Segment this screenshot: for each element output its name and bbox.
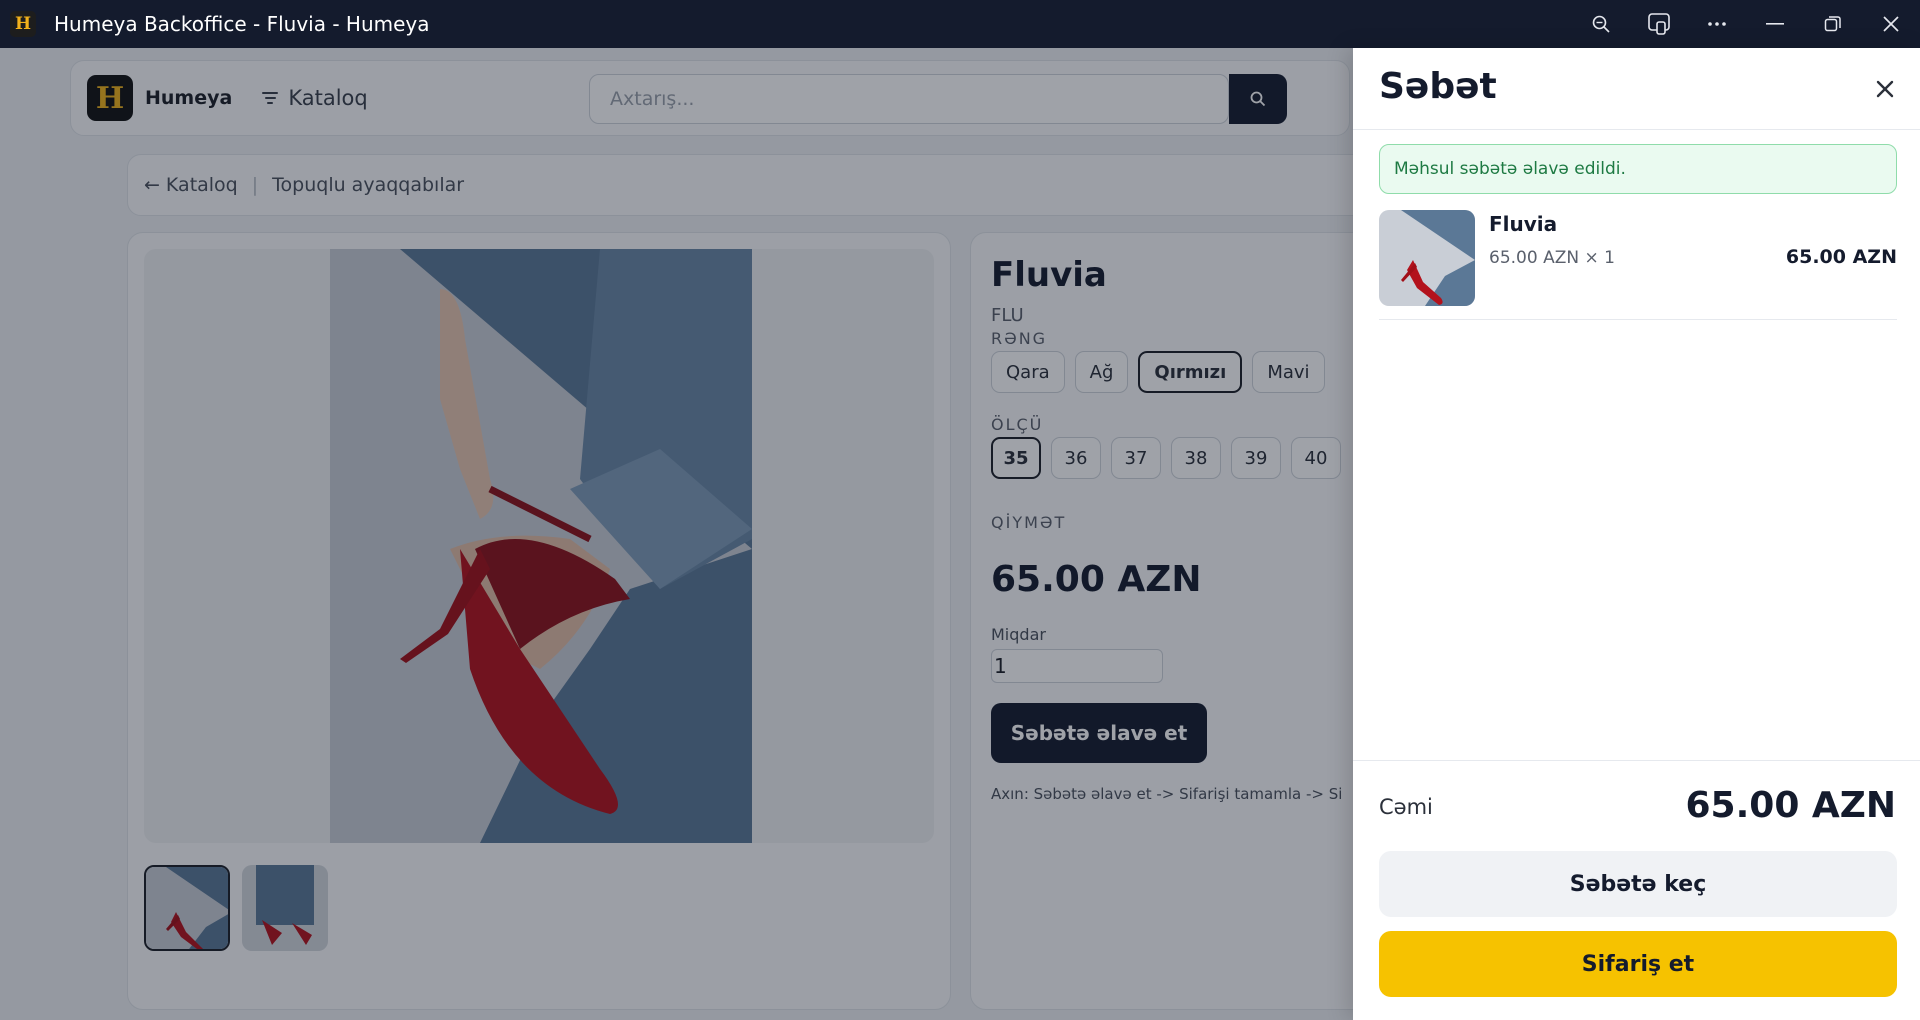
- cart-item: Fluvia 65.00 AZN × 1 65.00 AZN: [1379, 210, 1897, 320]
- thumbnail-2[interactable]: [242, 865, 328, 951]
- window-controls: [1572, 0, 1920, 48]
- size-option[interactable]: 36: [1051, 437, 1101, 479]
- breadcrumb-current: Topuqlu ayaqqabılar: [272, 174, 465, 196]
- app-icon: H: [10, 11, 36, 37]
- search-input[interactable]: [590, 75, 1228, 123]
- cart-title: Səbət: [1379, 66, 1497, 107]
- size-option-selected[interactable]: 35: [991, 437, 1041, 479]
- success-notice: Məhsul səbətə əlavə edildi.: [1379, 144, 1897, 194]
- cart-footer: Cəmi 65.00 AZN Səbətə keç Sifariş et: [1353, 760, 1920, 1020]
- main-product-image[interactable]: [330, 249, 752, 843]
- color-option-selected[interactable]: Qırmızı: [1138, 351, 1243, 393]
- cart-drawer: Səbət Məhsul səbətə əlavə edildi. Fluvia…: [1353, 48, 1920, 1020]
- quantity-label: Miqdar: [991, 625, 1046, 644]
- product-code: FLU: [991, 305, 1024, 326]
- close-drawer-icon[interactable]: [1868, 72, 1902, 106]
- color-option[interactable]: Ağ: [1074, 351, 1129, 393]
- cart-item-unit-price: 65.00 AZN × 1: [1489, 248, 1615, 268]
- cart-item-total: 65.00 AZN: [1785, 246, 1897, 268]
- breadcrumb-back-label: Kataloq: [165, 174, 238, 196]
- logo[interactable]: H: [87, 75, 133, 121]
- add-to-cart-button[interactable]: Səbətə əlavə et: [991, 703, 1207, 763]
- breadcrumb: ← Kataloq | Topuqlu ayaqqabılar: [127, 154, 1367, 216]
- color-option[interactable]: Mavi: [1252, 351, 1325, 393]
- filter-icon: [262, 92, 279, 104]
- price-label: QİYMƏT: [991, 513, 1067, 532]
- catalog-label: Kataloq: [288, 86, 368, 110]
- total-label: Cəmi: [1379, 795, 1433, 819]
- color-label: RƏNG: [991, 329, 1048, 348]
- place-order-button[interactable]: Sifariş et: [1379, 931, 1897, 997]
- breadcrumb-separator: |: [251, 174, 259, 196]
- product-details: Fluvia FLU RƏNG Qara Ağ Qırmızı Mavi ÖLÇ…: [970, 232, 1400, 1010]
- site-header: H Humeya Kataloq: [70, 60, 1350, 136]
- restore-icon[interactable]: [1804, 0, 1862, 48]
- size-label: ÖLÇÜ: [991, 415, 1044, 434]
- size-option[interactable]: 39: [1231, 437, 1281, 479]
- cast-icon[interactable]: [1630, 0, 1688, 48]
- cart-item-name: Fluvia: [1489, 212, 1558, 236]
- minimize-icon[interactable]: [1746, 0, 1804, 48]
- total-value: 65.00 AZN: [1685, 785, 1897, 826]
- size-option[interactable]: 38: [1171, 437, 1221, 479]
- window-title: Humeya Backoffice - Fluvia - Humeya: [54, 12, 430, 36]
- go-to-cart-button[interactable]: Səbətə keç: [1379, 851, 1897, 917]
- cart-item-image[interactable]: [1379, 210, 1475, 306]
- size-options: 35 36 37 38 39 40: [991, 437, 1341, 479]
- main-image-container: [144, 249, 934, 843]
- search-button[interactable]: [1229, 74, 1287, 124]
- breadcrumb-back-link[interactable]: ← Kataloq: [144, 174, 238, 196]
- size-option[interactable]: 40: [1291, 437, 1341, 479]
- search-icon: [1250, 91, 1266, 107]
- size-option[interactable]: 37: [1111, 437, 1161, 479]
- zoom-icon[interactable]: [1572, 0, 1630, 48]
- color-options: Qara Ağ Qırmızı Mavi: [991, 351, 1325, 393]
- arrow-left-icon: ←: [144, 174, 160, 196]
- catalog-button[interactable]: Kataloq: [262, 86, 368, 110]
- thumbnail-1[interactable]: [144, 865, 230, 951]
- more-icon[interactable]: [1688, 0, 1746, 48]
- product-title: Fluvia: [991, 255, 1107, 295]
- window-titlebar: H Humeya Backoffice - Fluvia - Humeya: [0, 0, 1920, 48]
- flow-hint: Axın: Səbətə əlavə et -> Sifarişi tamaml…: [991, 785, 1343, 803]
- quantity-input[interactable]: [991, 649, 1163, 683]
- close-icon[interactable]: [1862, 0, 1920, 48]
- search-box: [589, 74, 1229, 124]
- cart-header: Səbət: [1353, 48, 1920, 130]
- brand-name[interactable]: Humeya: [145, 87, 232, 109]
- product-gallery: [127, 232, 951, 1010]
- product-price: 65.00 AZN: [991, 559, 1202, 600]
- color-option[interactable]: Qara: [991, 351, 1065, 393]
